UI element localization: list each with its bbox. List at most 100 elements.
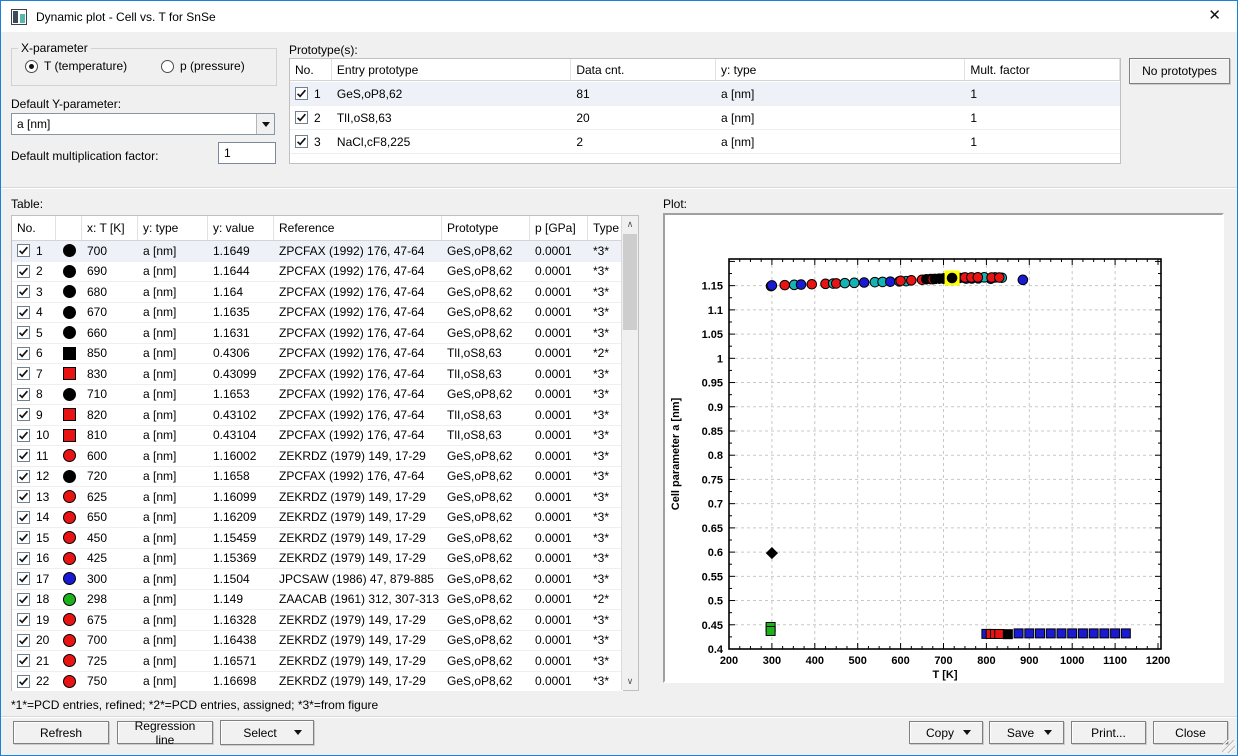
table-row[interactable]: 1700a [nm]1.1649ZPCFAX (1992) 176, 47-64… [12,241,623,262]
data-table: No. x: T [K]y: typey: valueReferenceProto… [11,215,639,691]
close-button[interactable]: Close [1153,721,1228,744]
row-checkbox[interactable] [17,675,30,688]
cell-y-type: a [nm] [138,385,208,405]
table-row[interactable]: 3680a [nm]1.164ZPCFAX (1992) 176, 47-64G… [12,282,623,303]
copy-dropdown-button[interactable]: Copy [909,721,983,744]
table-column-header[interactable]: Type [588,216,623,240]
table-row[interactable]: 19675a [nm]1.16328ZEKRDZ (1979) 149, 17-… [12,610,623,631]
row-checkbox[interactable] [17,470,30,483]
table-row[interactable]: 20700a [nm]1.16438ZEKRDZ (1979) 149, 17-… [12,631,623,652]
regression-line-button[interactable]: Regression line [117,721,213,744]
row-checkbox[interactable] [17,244,30,257]
row-checkbox[interactable] [17,367,30,380]
cell-t: 680 [82,282,138,302]
row-checkbox[interactable] [17,613,30,626]
row-no: 10 [36,428,49,442]
row-checkbox[interactable] [295,135,308,148]
cell-p: 0.0001 [530,323,588,343]
row-checkbox[interactable] [17,490,30,503]
cell-reference: ZPCFAX (1992) 176, 47-64 [274,344,442,364]
svg-text:0.85: 0.85 [702,426,723,438]
table-row[interactable]: 15450a [nm]1.15459ZEKRDZ (1979) 149, 17-… [12,528,623,549]
radio-p-pressure[interactable]: p (pressure) [161,59,245,73]
row-checkbox[interactable] [17,593,30,606]
select-dropdown-button[interactable]: Select [220,720,314,745]
table-column-header[interactable]: No. [12,216,56,240]
row-checkbox[interactable] [17,265,30,278]
row-checkbox[interactable] [295,111,308,124]
table-row[interactable]: 2690a [nm]1.1644ZPCFAX (1992) 176, 47-64… [12,262,623,283]
mult-factor-input[interactable] [218,142,276,164]
scroll-up-icon[interactable]: ∧ [622,216,638,233]
prototype-column-header[interactable]: y: type [716,59,965,80]
row-checkbox[interactable] [17,388,30,401]
row-no: 11 [36,449,48,463]
table-row[interactable]: 14650a [nm]1.16209ZEKRDZ (1979) 149, 17-… [12,508,623,529]
svg-text:600: 600 [891,655,909,667]
table-row[interactable]: 9820a [nm]0.43102ZPCFAX (1992) 176, 47-6… [12,405,623,426]
save-dropdown-button[interactable]: Save [989,721,1064,744]
prototype-column-header[interactable]: No. [290,59,332,80]
row-checkbox[interactable] [17,552,30,565]
table-row[interactable]: 12720a [nm]1.1658ZPCFAX (1992) 176, 47-6… [12,467,623,488]
table-row[interactable]: 11600a [nm]1.16002ZEKRDZ (1979) 149, 17-… [12,446,623,467]
prototype-column-header[interactable]: Mult. factor [965,59,1120,80]
row-no: 21 [36,654,49,668]
row-checkbox[interactable] [17,449,30,462]
row-checkbox[interactable] [295,87,308,100]
row-checkbox[interactable] [17,285,30,298]
table-row[interactable]: 13625a [nm]1.16099ZEKRDZ (1979) 149, 17-… [12,487,623,508]
table-row[interactable]: 18298a [nm]1.149ZAACAB (1961) 312, 307-3… [12,590,623,611]
table-row[interactable]: 22750a [nm]1.16698ZEKRDZ (1979) 149, 17-… [12,672,623,693]
radio-t-temperature[interactable]: T (temperature) [25,59,127,73]
table-column-header[interactable]: x: T [K] [82,216,138,240]
row-checkbox[interactable] [17,326,30,339]
scroll-down-icon[interactable]: ∨ [622,673,638,690]
table-row[interactable]: 7830a [nm]0.43099ZPCFAX (1992) 176, 47-6… [12,364,623,385]
row-checkbox[interactable] [17,531,30,544]
no-prototypes-button[interactable]: No prototypes [1129,58,1230,84]
cell-type: *3* [588,569,623,589]
row-checkbox[interactable] [17,572,30,585]
table-scrollbar[interactable]: ∧ ∨ [621,216,638,690]
table-row[interactable]: 10810a [nm]0.43104ZPCFAX (1992) 176, 47-… [12,426,623,447]
prototype-row[interactable]: 1GeS,oP8,6281a [nm]1 [290,82,1120,106]
svg-text:0.65: 0.65 [702,523,723,535]
y-parameter-combobox[interactable]: a [nm] [11,113,275,135]
table-row[interactable]: 4670a [nm]1.1635ZPCFAX (1992) 176, 47-64… [12,303,623,324]
table-column-header[interactable]: p [GPa] [530,216,588,240]
prototype-column-header[interactable]: Data cnt. [571,59,716,80]
table-row[interactable]: 8710a [nm]1.1653ZPCFAX (1992) 176, 47-64… [12,385,623,406]
svg-text:500: 500 [849,655,867,667]
table-column-header[interactable]: y: type [138,216,208,240]
table-row[interactable]: 21725a [nm]1.16571ZEKRDZ (1979) 149, 17-… [12,651,623,672]
row-checkbox[interactable] [17,634,30,647]
prototype-row[interactable]: 3NaCl,cF8,2252a [nm]1 [290,130,1120,154]
resize-grip[interactable] [1222,740,1235,753]
cell-reference: ZEKRDZ (1979) 149, 17-29 [274,631,442,651]
chevron-down-icon[interactable] [256,114,274,134]
refresh-button[interactable]: Refresh [13,721,109,744]
row-checkbox[interactable] [17,429,30,442]
radio-dot-unselected[interactable] [161,60,174,73]
row-checkbox[interactable] [17,408,30,421]
prototype-row[interactable]: 2TlI,oS8,6320a [nm]1 [290,106,1120,130]
table-row[interactable]: 16425a [nm]1.15369ZEKRDZ (1979) 149, 17-… [12,549,623,570]
table-row[interactable]: 5660a [nm]1.1631ZPCFAX (1992) 176, 47-64… [12,323,623,344]
table-column-header[interactable]: Prototype [442,216,530,240]
row-checkbox[interactable] [17,654,30,667]
print-button[interactable]: Print... [1071,721,1146,744]
cell-t: 830 [82,364,138,384]
prototype-column-header[interactable]: Entry prototype [332,59,571,80]
row-checkbox[interactable] [17,511,30,524]
table-column-header[interactable]: Reference [274,216,442,240]
radio-dot-selected[interactable] [25,60,38,73]
close-icon[interactable]: ✕ [1208,5,1221,27]
table-column-header[interactable] [56,216,82,240]
scrollbar-thumb[interactable] [623,234,637,330]
table-row[interactable]: 6850a [nm]0.4306ZPCFAX (1992) 176, 47-64… [12,344,623,365]
row-checkbox[interactable] [17,306,30,319]
row-checkbox[interactable] [17,347,30,360]
table-row[interactable]: 17300a [nm]1.1504JPCSAW (1986) 47, 879-8… [12,569,623,590]
table-column-header[interactable]: y: value [208,216,274,240]
